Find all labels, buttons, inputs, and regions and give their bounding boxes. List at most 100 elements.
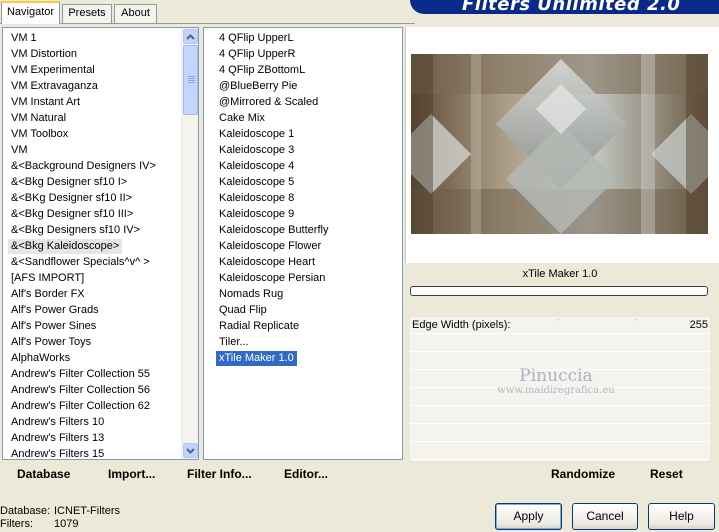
category-item[interactable]: Alf's Power Toys [3,334,198,350]
filter-item[interactable]: xTile Maker 1.0 [204,350,402,366]
tab-strip: Navigator Presets About [0,0,200,24]
category-item[interactable]: VM Extravaganza [3,78,198,94]
filter-item[interactable]: Kaleidoscope 8 [204,190,402,206]
category-item[interactable]: Andrew's Filters 15 [3,446,198,462]
category-item-label: &<Bkg Kaleidoscope> [8,239,123,254]
filter-list[interactable]: 4 QFlip UpperL 4 QFlip UpperR 4 QFlip ZBot… [203,27,403,460]
filter-list-items: 4 QFlip UpperL 4 QFlip UpperR 4 QFlip ZBot… [204,30,402,366]
category-item[interactable]: [AFS IMPORT] [3,270,198,286]
tab-navigator[interactable]: Navigator [1,1,60,24]
category-item[interactable]: VM Instant Art [3,94,198,110]
editor-button[interactable]: Editor... [284,467,328,481]
category-item-label: &<Background Designers IV> [11,160,156,172]
category-item-label: Andrew's Filter Collection 62 [11,400,151,412]
filter-item[interactable]: Nomads Rug [204,286,402,302]
filter-item-label: Cake Mix [219,112,265,124]
category-item[interactable]: VM Experimental [3,62,198,78]
category-item-label: VM [11,144,28,156]
preview-image [411,54,708,234]
filter-item-label: 4 QFlip ZBottomL [219,64,306,76]
filter-item[interactable]: 4 QFlip ZBottomL [204,62,402,78]
filter-item[interactable]: Kaleidoscope 1 [204,126,402,142]
filter-item-label: Kaleidoscope 8 [219,192,295,204]
category-item[interactable]: Andrew's Filter Collection 55 [3,366,198,382]
category-item[interactable]: Andrew's Filters 13 [3,430,198,446]
filter-item[interactable]: 4 QFlip UpperL [204,30,402,46]
action-bar: Database Import... Filter Info... Editor… [0,461,719,488]
category-item[interactable]: Andrew's Filter Collection 56 [3,382,198,398]
filter-item[interactable]: Kaleidoscope Persian [204,270,402,286]
category-item[interactable]: VM [3,142,198,158]
category-scrollbar[interactable] [181,28,198,459]
category-item-label: VM Instant Art [11,96,81,108]
category-item[interactable]: &<Bkg Designers sf10 IV> [3,222,198,238]
app-banner: Filters Unlimited 2.0 [410,0,719,14]
filter-item[interactable]: @Mirrored & Scaled [204,94,402,110]
param-row-empty [410,425,710,442]
filter-item[interactable]: 4 QFlip UpperR [204,46,402,62]
category-item[interactable]: &<Sandflower Specials^v^ > [3,254,198,270]
category-item-label: &<Bkg Designer sf10 I> [11,176,128,188]
category-item[interactable]: Andrew's Filters 10 [3,414,198,430]
category-item[interactable]: Alf's Power Grads [3,302,198,318]
filter-item[interactable]: Kaleidoscope 3 [204,142,402,158]
reset-button[interactable]: Reset [650,467,683,481]
category-item[interactable]: &<BKg Designer sf10 II> [3,190,198,206]
param-row-empty [410,389,710,406]
category-item[interactable]: &<Bkg Designer sf10 III> [3,206,198,222]
category-item[interactable]: Alf's Border FX [3,286,198,302]
filter-item[interactable]: Quad Flip [204,302,402,318]
filter-item[interactable]: Kaleidoscope 4 [204,158,402,174]
filter-item-label: Kaleidoscope Flower [219,240,322,252]
filter-item[interactable]: Kaleidoscope 5 [204,174,402,190]
category-item-label: VM Experimental [11,64,95,76]
param-row-empty [410,335,710,352]
filter-item-label: Tiler... [219,336,249,348]
category-item[interactable]: &<Bkg Kaleidoscope> [3,238,198,254]
category-item[interactable]: VM 1 [3,30,198,46]
category-item[interactable]: VM Distortion [3,46,198,62]
tab-presets[interactable]: Presets [62,4,112,23]
category-item-label: VM Toolbox [11,128,69,140]
preview-panel [405,27,719,263]
filter-item[interactable]: Kaleidoscope 9 [204,206,402,222]
filter-item[interactable]: Tiler... [204,334,402,350]
scroll-down-button[interactable] [183,443,198,458]
database-button[interactable]: Database [17,467,70,481]
filter-item-label: Kaleidoscope 3 [219,144,295,156]
filter-item[interactable]: Kaleidoscope Flower [204,238,402,254]
apply-button[interactable]: Apply [495,503,562,530]
category-item-label: VM Natural [11,112,67,124]
randomize-button[interactable]: Randomize [551,467,615,481]
filter-item[interactable]: Cake Mix [204,110,402,126]
category-item[interactable]: Alf's Power Sines [3,318,198,334]
category-item-label: VM Extravaganza [11,80,98,92]
filter-item[interactable]: Radial Replicate [204,318,402,334]
category-item[interactable]: Andrew's Filter Collection 62 [3,398,198,414]
param-row-empty [410,353,710,370]
category-item[interactable]: VM Natural [3,110,198,126]
category-item[interactable]: &<Bkg Designer sf10 I> [3,174,198,190]
category-item-label: [AFS IMPORT] [11,272,85,284]
cancel-button[interactable]: Cancel [572,503,638,530]
filter-info-button[interactable]: Filter Info... [187,467,252,481]
category-item-label: Alf's Power Sines [11,320,97,332]
category-list[interactable]: VM 1 VM Distortion VM Experimental VM Extra… [2,27,199,460]
category-item[interactable]: VM Toolbox [3,126,198,142]
database-label: Database: [0,505,51,517]
param-row-edge-width[interactable]: Edge Width (pixels): 255 [410,317,710,334]
filter-item[interactable]: @BlueBerry Pie [204,78,402,94]
category-item[interactable]: &<Background Designers IV> [3,158,198,174]
scroll-up-button[interactable] [183,29,198,44]
filter-item-label: Kaleidoscope 1 [219,128,295,140]
category-item-label: &<Bkg Designers sf10 IV> [11,224,141,236]
filter-item[interactable]: Kaleidoscope Butterfly [204,222,402,238]
tab-about[interactable]: About [114,4,157,23]
filter-item-label: Quad Flip [219,304,267,316]
category-item[interactable]: AlphaWorks [3,350,198,366]
selected-filter-name: xTile Maker 1.0 [522,268,598,280]
scroll-thumb[interactable] [183,45,198,115]
help-button[interactable]: Help [648,503,715,530]
filter-item[interactable]: Kaleidoscope Heart [204,254,402,270]
import-button[interactable]: Import... [108,467,155,481]
